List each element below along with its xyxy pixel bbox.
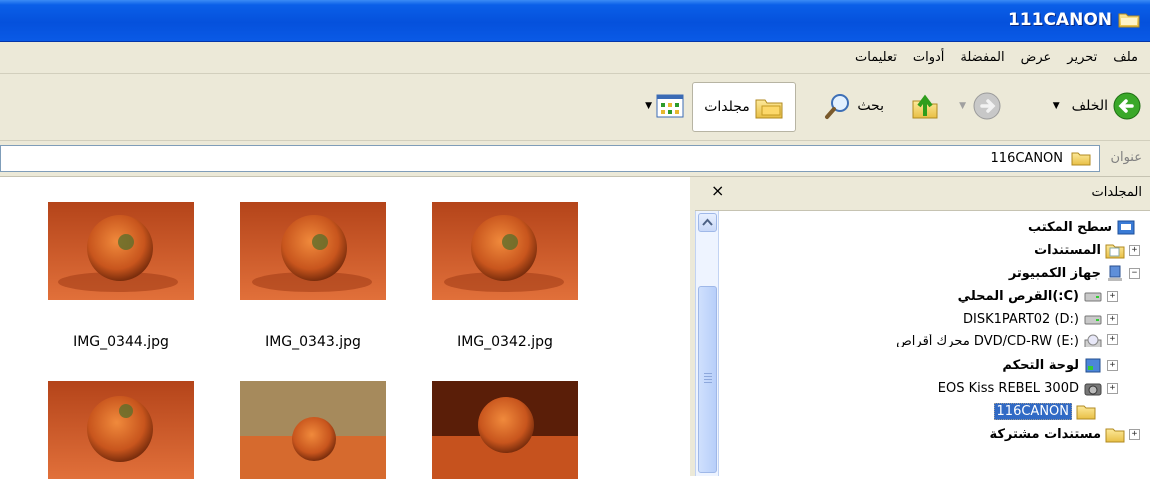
file-name[interactable]: IMG_0342.jpg <box>425 334 585 350</box>
desktop-icon <box>1117 220 1135 235</box>
folders-pane-header: المجلدات × <box>695 177 1150 211</box>
thumbnail-image[interactable] <box>240 202 386 300</box>
tree-item-disk1part02[interactable]: + DISK1PART02 (D:) <box>963 311 1118 328</box>
file-name[interactable]: IMG_0343.jpg <box>233 334 393 350</box>
hard-drive-icon <box>1084 315 1102 325</box>
folders-pane: المجلدات × سطح المكتب + المستندات − جهاز… <box>695 177 1150 476</box>
address-input[interactable]: 116CANON <box>0 145 1100 172</box>
cd-drive-icon <box>1084 334 1102 347</box>
expand-icon[interactable]: + <box>1129 245 1140 256</box>
menu-file[interactable]: ملف <box>1105 42 1150 73</box>
close-icon[interactable]: × <box>711 181 724 200</box>
computer-icon <box>1108 265 1122 281</box>
address-label: عنوان <box>1110 150 1142 165</box>
shared-folder-icon <box>1105 428 1125 443</box>
menu-edit[interactable]: تحرير <box>1059 42 1105 73</box>
forward-arrow-icon <box>973 92 1001 120</box>
menu-tools[interactable]: أدوات <box>905 42 953 73</box>
address-value: 116CANON <box>990 151 1063 166</box>
menu-favorites[interactable]: المفضلة <box>952 42 1012 73</box>
file-view: IMG_0344.jpg IMG_0343.jpg IMG_0342.jpg <box>0 177 690 479</box>
camera-icon <box>1084 383 1102 396</box>
scroll-thumb[interactable] <box>698 286 717 473</box>
forward-button[interactable]: ▼ <box>959 82 1002 130</box>
title-bar[interactable]: 111CANON <box>0 0 1150 42</box>
hard-drive-icon <box>1084 292 1102 302</box>
views-button[interactable]: ▼ <box>645 82 684 130</box>
thumbnail-image[interactable] <box>240 381 386 479</box>
thumbnail-image[interactable] <box>48 202 194 300</box>
thumbnail-image[interactable] <box>432 381 578 479</box>
expand-icon[interactable]: + <box>1107 360 1118 371</box>
menu-help[interactable]: تعليمات <box>847 42 905 73</box>
expand-icon[interactable]: + <box>1129 429 1140 440</box>
search-icon <box>825 94 850 119</box>
chevron-up-icon <box>702 218 713 226</box>
expand-icon[interactable]: + <box>1107 383 1118 394</box>
folder-icon <box>1076 405 1096 420</box>
expand-icon[interactable]: + <box>1107 334 1118 345</box>
control-panel-icon <box>1085 358 1101 373</box>
tree-item-local-disk[interactable]: + (C:)القرص المحلي <box>958 288 1118 305</box>
up-folder-icon <box>912 94 938 119</box>
tree-item-shared-documents[interactable]: + مستندات مشتركة <box>989 426 1140 443</box>
views-dropdown-icon[interactable]: ▼ <box>645 101 652 111</box>
collapse-icon[interactable]: − <box>1129 268 1140 279</box>
expand-icon[interactable]: + <box>1107 291 1118 302</box>
views-icon <box>656 94 684 118</box>
scroll-up-button[interactable] <box>698 213 717 232</box>
folders-pane-title: المجلدات <box>1091 185 1142 200</box>
tree-item-camera[interactable]: + EOS Kiss REBEL 300D <box>938 380 1118 397</box>
folder-icon <box>1071 152 1091 166</box>
toolbar: الخلف ▼ ▼ بحث مجلدات ▼ <box>0 74 1150 141</box>
folders-label: مجلدات <box>704 99 750 115</box>
tree-item-my-computer[interactable]: − جهاز الكمبيوتر <box>1009 265 1140 282</box>
vertical-scrollbar[interactable] <box>695 211 719 476</box>
tree-item-documents[interactable]: + المستندات <box>1034 242 1140 259</box>
tree-item-116canon[interactable]: 116CANON <box>993 403 1100 420</box>
forward-dropdown-icon[interactable]: ▼ <box>959 101 966 111</box>
documents-folder-icon <box>1105 244 1125 259</box>
back-button[interactable]: الخلف ▼ <box>1053 82 1142 130</box>
search-label: بحث <box>857 98 884 114</box>
up-folder-button[interactable] <box>910 82 940 130</box>
search-button[interactable]: بحث <box>823 82 884 130</box>
back-dropdown-icon[interactable]: ▼ <box>1053 101 1060 111</box>
menu-bar: ملفتحريرعرضالمفضلةأدواتتعليمات <box>0 42 1150 74</box>
expand-icon[interactable]: + <box>1107 314 1118 325</box>
tree-item-dvd-drive[interactable]: + DVD/CD-RW (E:) محرك أقراص <box>896 334 1118 347</box>
tree-item-desktop[interactable]: سطح المكتب <box>1028 219 1140 236</box>
back-arrow-icon <box>1113 92 1141 120</box>
folders-button[interactable]: مجلدات <box>692 82 796 132</box>
address-bar: عنوان 116CANON <box>0 141 1150 177</box>
window-title: 111CANON <box>1007 10 1112 30</box>
folder-icon <box>1118 13 1140 28</box>
file-name[interactable]: IMG_0344.jpg <box>41 334 201 350</box>
folders-icon <box>755 99 783 119</box>
thumbnail-image[interactable] <box>48 381 194 479</box>
tree-item-control-panel[interactable]: + لوحة التحكم <box>1002 357 1118 374</box>
menu-view[interactable]: عرض <box>1013 42 1060 73</box>
back-label: الخلف <box>1071 98 1108 114</box>
thumbnail-image[interactable] <box>432 202 578 300</box>
